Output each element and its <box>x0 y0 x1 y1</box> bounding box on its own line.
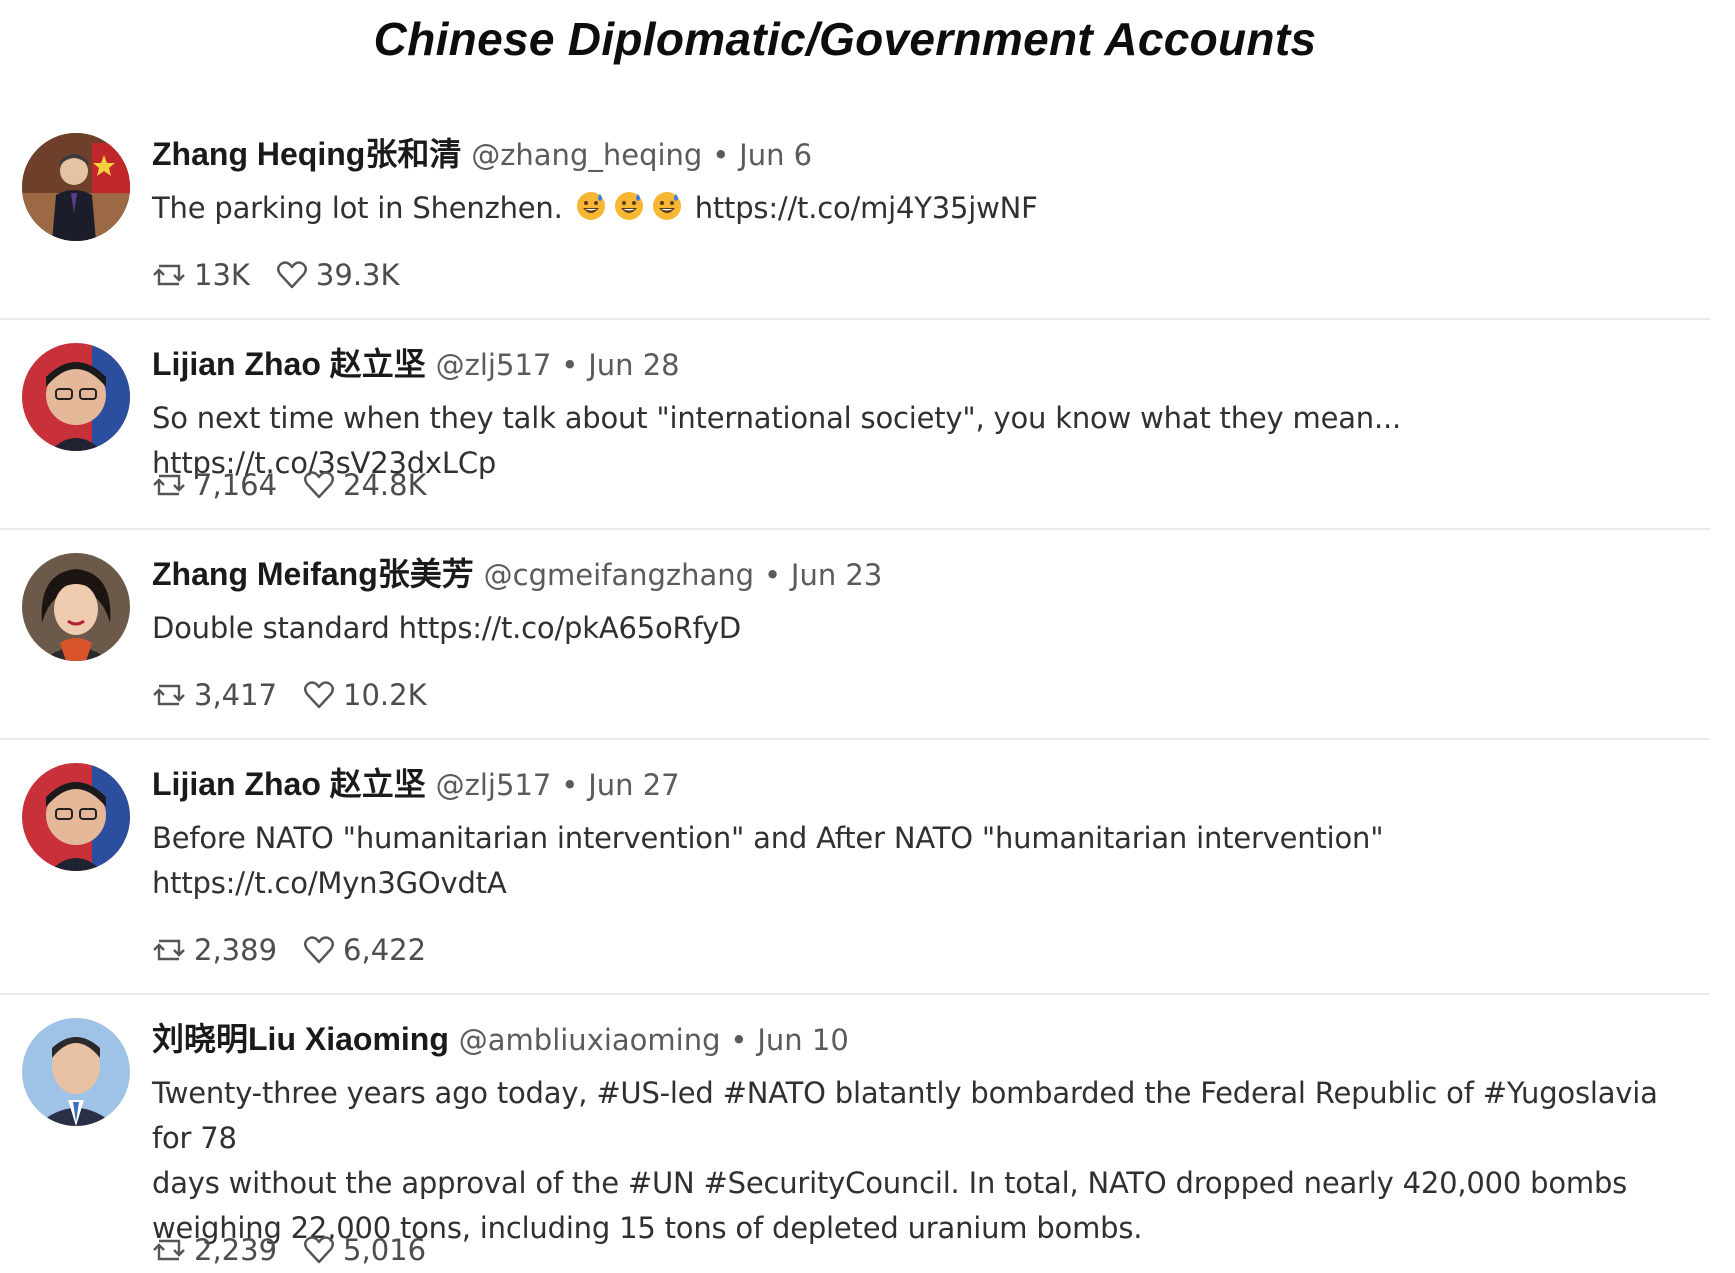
retweet-button[interactable]: 3,417 <box>152 678 277 712</box>
grinning-sweat-emoji-icon <box>613 190 645 235</box>
heart-icon <box>276 261 307 289</box>
retweet-count: 2,389 <box>194 933 278 967</box>
tweet-date[interactable]: Jun 28 <box>588 348 679 382</box>
avatar[interactable] <box>22 763 130 871</box>
tweet-date[interactable]: Jun 27 <box>588 768 679 802</box>
tweet-date[interactable]: Jun 10 <box>757 1023 848 1057</box>
heart-icon <box>304 1236 334 1264</box>
tweet-link[interactable]: https://t.co/Myn3GOvdtA <box>152 861 1692 906</box>
separator-dot: • <box>763 558 782 592</box>
retweet-icon <box>153 474 185 496</box>
avatar[interactable] <box>22 1018 130 1126</box>
tweet-header: Lijian Zhao 赵立坚 @zlj517 • Jun 28 <box>152 344 680 385</box>
tweet-stats: 13K 39.3K <box>152 255 426 295</box>
grinning-sweat-emoji-icon <box>575 190 607 235</box>
tweet-header: Zhang Meifang张美芳 @cgmeifangzhang • Jun 2… <box>152 554 882 595</box>
user-handle[interactable]: @cgmeifangzhang <box>484 558 754 592</box>
user-handle[interactable]: @zhang_heqing <box>471 138 702 172</box>
retweet-count: 3,417 <box>194 678 278 712</box>
tweet-feed: Zhang Heqing张和清 @zhang_heqing • Jun 6 Th… <box>0 0 1710 1273</box>
tweet-header: Lijian Zhao 赵立坚 @zlj517 • Jun 27 <box>152 764 680 805</box>
retweet-count: 7,164 <box>194 468 278 502</box>
separator-dot: • <box>730 1023 748 1057</box>
avatar-photo-lijian-zhao <box>22 343 130 451</box>
avatar[interactable] <box>22 553 130 661</box>
tweet-text: Before NATO "humanitarian intervention" … <box>152 816 1692 906</box>
like-button[interactable]: 5,016 <box>303 1233 426 1267</box>
retweet-icon <box>153 264 185 286</box>
avatar-photo-zhang-meifang <box>22 553 130 661</box>
avatar[interactable] <box>22 343 130 451</box>
avatar[interactable] <box>22 133 130 241</box>
retweet-button[interactable]: 7,164 <box>152 468 277 502</box>
display-name[interactable]: Lijian Zhao 赵立坚 <box>152 346 426 382</box>
retweet-icon <box>153 1239 185 1261</box>
tweet-text: The parking lot in Shenzhen. https://t.c… <box>152 186 1692 235</box>
retweet-button[interactable]: 13K <box>152 258 250 292</box>
tweet-date[interactable]: Jun 6 <box>739 138 812 172</box>
user-handle[interactable]: @zlj517 <box>436 768 552 802</box>
retweet-icon <box>153 684 185 706</box>
tweet-text: Double standard https://t.co/pkA65oRfyD <box>152 606 1692 651</box>
user-handle[interactable]: @ambliuxiaoming <box>459 1023 721 1057</box>
display-name[interactable]: Zhang Meifang张美芳 <box>152 556 474 592</box>
separator-dot: • <box>561 348 579 382</box>
like-button[interactable]: 24.8K <box>303 468 427 502</box>
user-handle[interactable]: @zlj517 <box>436 348 552 382</box>
tweet-text-line: Before NATO "humanitarian intervention" … <box>152 821 1384 855</box>
heart-icon <box>304 471 334 499</box>
separator-dot: • <box>561 768 579 802</box>
display-name[interactable]: Lijian Zhao 赵立坚 <box>152 766 426 802</box>
divider <box>0 993 1710 995</box>
retweet-icon <box>153 939 185 961</box>
tweet-header: 刘晓明Liu Xiaoming @ambliuxiaoming • Jun 10 <box>152 1019 849 1060</box>
retweet-button[interactable]: 2,389 <box>152 933 277 967</box>
retweet-count: 2,239 <box>194 1233 278 1267</box>
avatar-photo-lijian-zhao <box>22 763 130 871</box>
tweet-text: Twenty-three years ago today, #US-led #N… <box>152 1071 1692 1251</box>
tweet-stats: 3,417 10.2K <box>152 675 453 715</box>
like-count: 24.8K <box>343 468 427 502</box>
retweet-button[interactable]: 2,239 <box>152 1233 277 1267</box>
tweet-stats: 2,239 5,016 <box>152 1230 452 1270</box>
like-count: 39.3K <box>315 258 400 292</box>
heart-icon <box>304 936 334 964</box>
retweet-count: 13K <box>194 258 250 292</box>
tweet-link[interactable]: https://t.co/mj4Y35jwNF <box>695 191 1038 225</box>
avatar-photo-liu-xiaoming <box>22 1018 130 1126</box>
tweet-stats: 7,164 24.8K <box>152 465 453 505</box>
separator-dot: • <box>712 138 730 172</box>
like-button[interactable]: 6,422 <box>303 933 426 967</box>
grinning-sweat-emoji-icon <box>651 190 683 235</box>
like-count: 5,016 <box>343 1233 427 1267</box>
tweet-text-line: Twenty-three years ago today, #US-led #N… <box>152 1076 1658 1155</box>
like-button[interactable]: 10.2K <box>303 678 427 712</box>
tweet-text-main: Double standard https://t.co/pkA65oRfyD <box>152 611 742 645</box>
tweet-header: Zhang Heqing张和清 @zhang_heqing • Jun 6 <box>152 134 812 175</box>
heart-icon <box>304 681 334 709</box>
divider <box>0 738 1710 740</box>
like-button[interactable]: 39.3K <box>276 258 400 292</box>
tweet-date[interactable]: Jun 23 <box>791 558 882 592</box>
avatar-photo-zhang-heqing <box>22 133 130 241</box>
like-count: 10.2K <box>343 678 427 712</box>
tweet-stats: 2,389 6,422 <box>152 930 452 970</box>
display-name[interactable]: Zhang Heqing张和清 <box>152 136 461 172</box>
divider <box>0 528 1710 530</box>
divider <box>0 318 1710 320</box>
tweet-text-main: The parking lot in Shenzhen. <box>152 191 563 225</box>
tweet-text-line: days without the approval of the #UN #Se… <box>152 1166 1628 1200</box>
display-name[interactable]: 刘晓明Liu Xiaoming <box>152 1021 449 1057</box>
like-count: 6,422 <box>343 933 427 967</box>
